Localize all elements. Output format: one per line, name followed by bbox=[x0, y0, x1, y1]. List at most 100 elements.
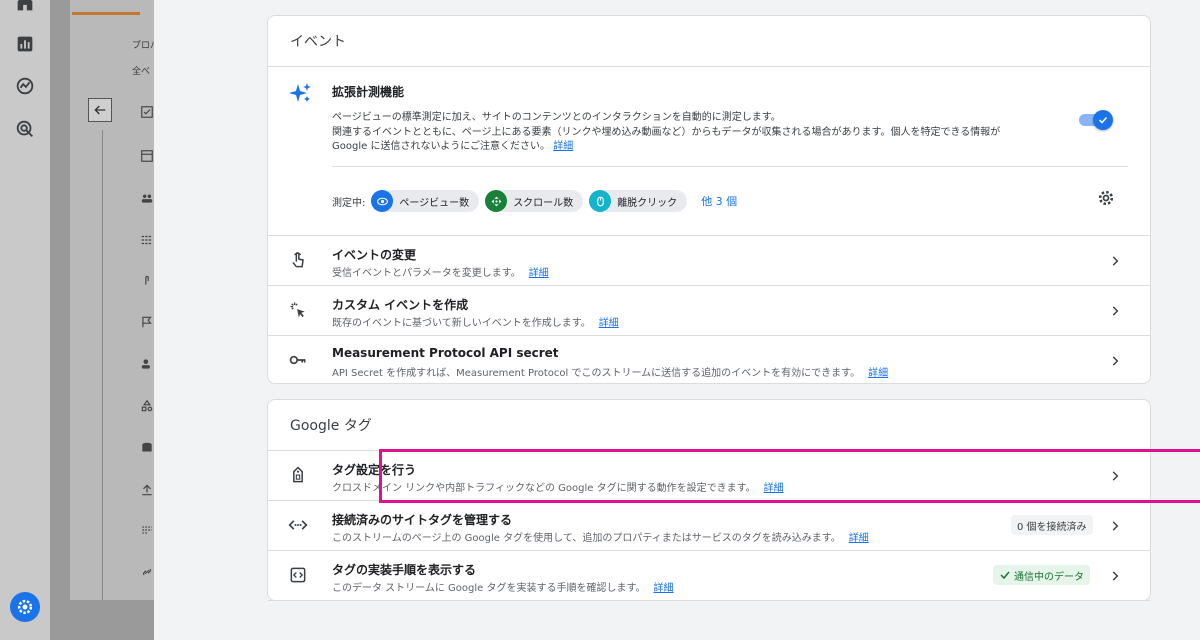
more-events-link[interactable]: 他 3 個 bbox=[701, 193, 737, 209]
row-description-text: 既存のイベントに基づいて新しいイベントを作成します。 bbox=[332, 318, 591, 329]
list-item-measurement-protocol[interactable]: Measurement Protocol API secret API Secr… bbox=[268, 336, 1150, 386]
divider bbox=[332, 166, 1128, 167]
check-icon bbox=[1000, 571, 1010, 580]
row-description-text: クロスドメイン リンクや内部トラフィックなどの Google タグに関する動作を… bbox=[332, 483, 756, 494]
checklist-icon bbox=[140, 104, 154, 118]
google-tag-card-title: Google タグ bbox=[268, 400, 1150, 451]
people-icon bbox=[140, 190, 154, 204]
row-title: カスタム イベントを作成 bbox=[332, 298, 469, 312]
list-item-modify-events[interactable]: イベントの変更 受信イベントとパラメータを変更します。 詳細 bbox=[268, 236, 1150, 286]
filter-icon bbox=[140, 232, 154, 246]
badge-label: 通信中のデータ bbox=[1014, 571, 1084, 583]
learn-more-link[interactable]: 詳細 bbox=[654, 583, 674, 594]
description-line: Google に送信されないようにご注意ください。 詳細 bbox=[332, 140, 1072, 155]
enhanced-measurement-description: ページビューの標準測定に加え、サイトのコンテンツとのインタラクションを自動的に測… bbox=[332, 111, 1072, 155]
layout-icon bbox=[140, 148, 154, 162]
row-title: イベントの変更 bbox=[332, 248, 417, 262]
chip-label: ページビュー数 bbox=[399, 197, 470, 209]
back-arrow-icon[interactable] bbox=[88, 98, 112, 122]
advertising-icon[interactable] bbox=[14, 118, 36, 140]
chip-label: 離脱クリック bbox=[617, 197, 678, 209]
enhanced-measurement-toggle[interactable] bbox=[1079, 110, 1113, 130]
left-nav-rail bbox=[0, 0, 50, 640]
chip-label: スクロール数 bbox=[513, 197, 574, 209]
background-panel bbox=[70, 0, 154, 600]
enhanced-measurement-title: 拡張計測機能 bbox=[332, 85, 405, 99]
row-description: このデータ ストリームに Google タグを実装する手順を確認します。 詳細 bbox=[332, 579, 674, 594]
enhanced-measurement-section: 拡張計測機能 ページビューの標準測定に加え、サイトのコンテンツとのインタラクショ… bbox=[268, 67, 1150, 236]
flag-icon bbox=[140, 314, 154, 328]
row-description-text: このストリームのページ上の Google タグを使用して、追加のプロパティまたは… bbox=[332, 533, 841, 544]
chip-outbound-clicks: 離脱クリック bbox=[589, 190, 688, 212]
chevron-right-icon[interactable] bbox=[1108, 568, 1122, 582]
list-item-configure-tag-settings[interactable]: タグ設定を行う クロスドメイン リンクや内部トラフィックなどの Google タ… bbox=[268, 451, 1150, 501]
row-title: 接続済みのサイトタグを管理する bbox=[332, 513, 513, 527]
mouse-icon bbox=[589, 190, 612, 212]
row-description: 受信イベントとパラメータを変更します。 詳細 bbox=[332, 264, 549, 279]
settings-gear-icon[interactable] bbox=[1096, 188, 1118, 210]
row-description: API Secret を作成すれば、Measurement Protocol で… bbox=[332, 364, 888, 379]
data-filter-icon bbox=[140, 522, 154, 536]
click-sparkle-icon bbox=[288, 300, 310, 322]
google-tag-card: Google タグ タグ設定を行う クロスドメイン リンクや内部トラフィックなど… bbox=[267, 399, 1200, 601]
row-title: タグ設定を行う bbox=[332, 463, 417, 477]
chevron-right-icon[interactable] bbox=[1108, 353, 1122, 367]
link-icon bbox=[140, 564, 154, 578]
key-icon bbox=[288, 350, 310, 372]
touch-icon bbox=[140, 272, 154, 286]
user-settings-icon bbox=[140, 356, 154, 370]
row-description: クロスドメイン リンクや内部トラフィックなどの Google タグに関する動作を… bbox=[332, 479, 784, 494]
background-divider bbox=[102, 130, 103, 600]
chevron-right-icon[interactable] bbox=[1108, 253, 1122, 267]
scroll-icon bbox=[485, 190, 508, 212]
chevron-right-icon[interactable] bbox=[1108, 303, 1122, 317]
code-box-icon bbox=[288, 565, 310, 587]
learn-more-link[interactable]: 詳細 bbox=[553, 141, 573, 152]
chip-page-views: ページビュー数 bbox=[371, 190, 480, 212]
touch-icon bbox=[288, 250, 310, 272]
row-title: Measurement Protocol API secret bbox=[332, 346, 559, 360]
list-item-view-tag-instructions[interactable]: タグの実装手順を表示する このデータ ストリームに Google タグを実装する… bbox=[268, 551, 1150, 601]
events-card: イベント 拡張計測機能 ページビューの標準測定に加え、サイトのコンテンツとのイン… bbox=[267, 15, 1151, 384]
row-title: タグの実装手順を表示する bbox=[332, 563, 477, 577]
row-description-text: API Secret を作成すれば、Measurement Protocol で… bbox=[332, 368, 861, 379]
background-all-label: 全べ bbox=[132, 67, 151, 77]
measuring-row: 測定中: ページビュー数 スクロール数 離脱クリック 他 3 個 bbox=[332, 190, 737, 212]
chevron-right-icon[interactable] bbox=[1108, 518, 1122, 532]
row-description: 既存のイベントに基づいて新しいイベントを作成します。 詳細 bbox=[332, 314, 619, 329]
chevron-right-icon[interactable] bbox=[1108, 468, 1122, 482]
data-flowing-badge: 通信中のデータ bbox=[993, 565, 1090, 585]
description-line: ページビューの標準測定に加え、サイトのコンテンツとのインタラクションを自動的に測… bbox=[332, 112, 781, 123]
code-arrows-icon bbox=[288, 515, 310, 537]
home-icon[interactable] bbox=[14, 0, 36, 14]
toggle-knob bbox=[1093, 110, 1113, 130]
learn-more-link[interactable]: 詳細 bbox=[849, 533, 869, 544]
learn-more-link[interactable]: 詳細 bbox=[868, 368, 888, 379]
explore-icon[interactable] bbox=[14, 75, 36, 97]
reports-icon[interactable] bbox=[14, 33, 36, 55]
sparkle-icon bbox=[288, 81, 312, 105]
tag-icon bbox=[288, 465, 310, 487]
description-text: Google に送信されないようにご注意ください。 bbox=[332, 141, 551, 152]
learn-more-link[interactable]: 詳細 bbox=[599, 318, 619, 329]
events-card-title: イベント bbox=[268, 16, 1150, 67]
background-tab-indicator bbox=[72, 12, 140, 15]
learn-more-link[interactable]: 詳細 bbox=[764, 483, 784, 494]
shapes-icon bbox=[140, 398, 154, 412]
settings-drawer: イベント 拡張計測機能 ページビューの標準測定に加え、サイトのコンテンツとのイン… bbox=[154, 0, 1200, 640]
description-line: 関連するイベントとともに、ページ上にある要素（リンクや埋め込み動画など）からもデ… bbox=[332, 126, 1001, 138]
background-page: プロパ 全べ bbox=[50, 0, 159, 640]
list-item-create-custom-event[interactable]: カスタム イベントを作成 既存のイベントに基づいて新しいイベントを作成します。詳… bbox=[268, 286, 1150, 336]
admin-gear-icon[interactable] bbox=[10, 592, 40, 622]
eye-icon bbox=[371, 190, 394, 212]
connected-count-badge: 0 個を接続済み bbox=[1011, 515, 1093, 535]
learn-more-link[interactable]: 詳細 bbox=[529, 268, 549, 279]
measuring-label: 測定中: bbox=[332, 197, 366, 209]
list-item-manage-connected-tags[interactable]: 接続済みのサイトタグを管理する このストリームのページ上の Google タグを… bbox=[268, 501, 1150, 551]
row-description-text: このデータ ストリームに Google タグを実装する手順を確認します。 bbox=[332, 583, 646, 594]
row-description-text: 受信イベントとパラメータを変更します。 bbox=[332, 268, 521, 279]
chip-scrolls: スクロール数 bbox=[485, 190, 584, 212]
database-icon bbox=[140, 440, 154, 454]
check-icon bbox=[1098, 116, 1108, 124]
upload-icon bbox=[140, 482, 154, 496]
